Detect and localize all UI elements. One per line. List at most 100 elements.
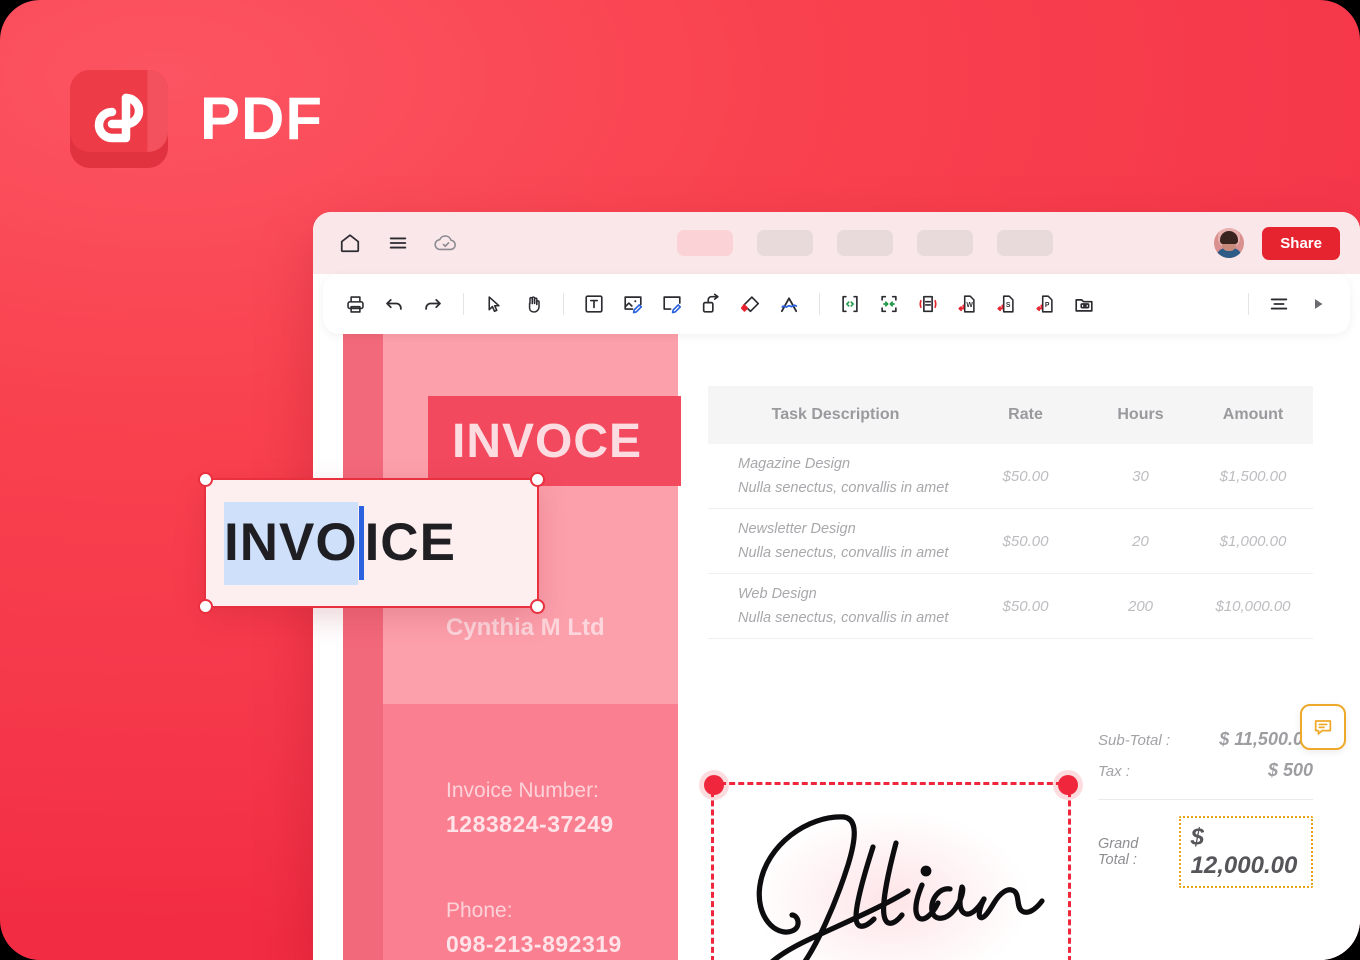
- header-tab-2[interactable]: [757, 230, 813, 256]
- header-tab-1[interactable]: [677, 230, 733, 256]
- remaining-text: ICE: [364, 512, 456, 572]
- invoice-table: Task Description Rate Hours Amount Magaz…: [708, 386, 1313, 639]
- column-header-hours: Hours: [1117, 406, 1164, 423]
- signature-glyph: [756, 814, 1045, 960]
- share-button[interactable]: Share: [1262, 226, 1340, 260]
- brand: PDF: [70, 70, 323, 168]
- header-tab-5[interactable]: [997, 230, 1053, 256]
- more-tools-icon[interactable]: [1300, 286, 1336, 322]
- edit-handle-top-right[interactable]: [530, 472, 545, 487]
- invoice-title-text: INVOCE: [452, 414, 643, 468]
- svg-text:S: S: [1006, 302, 1011, 309]
- eraser-icon[interactable]: [732, 286, 768, 322]
- toolbar-divider: [819, 293, 820, 315]
- align-text-icon[interactable]: [1261, 286, 1297, 322]
- edit-handle-bottom-right[interactable]: [530, 599, 545, 614]
- text-edit-content: INVO ICE: [224, 501, 456, 585]
- background-canvas: PDF Share W S P INVOCE Cynthia M Ltd Inv…: [0, 0, 1360, 960]
- toolbar-divider: [563, 293, 564, 315]
- convert-to-excel-icon[interactable]: S: [988, 286, 1024, 322]
- invoice-phone-label: Phone:: [446, 899, 513, 922]
- header-right: Share: [1214, 226, 1340, 260]
- split-pdf-icon[interactable]: [832, 286, 868, 322]
- convert-to-word-icon[interactable]: W: [949, 286, 985, 322]
- task-rate: $50.00: [1002, 467, 1049, 485]
- selected-text: INVO: [224, 501, 358, 585]
- hamburger-menu-icon[interactable]: [385, 230, 411, 256]
- task-title: Newsletter Design: [738, 521, 856, 537]
- invoice-totals: Sub-Total : $ 11,500.00 Tax : $ 500 Gran…: [1098, 704, 1346, 888]
- app-header: Share: [313, 212, 1360, 274]
- column-header-task-description: Task Description: [771, 406, 900, 423]
- svg-text:W: W: [966, 302, 973, 309]
- text-edit-overlay[interactable]: INVO ICE: [198, 472, 545, 614]
- header-tab-3[interactable]: [837, 230, 893, 256]
- text-caret: [358, 506, 364, 580]
- edit-image-icon[interactable]: [615, 286, 651, 322]
- select-cursor-icon[interactable]: [476, 286, 512, 322]
- task-title: Web Design: [738, 586, 817, 602]
- tax-row: Tax : $ 500: [1098, 760, 1313, 781]
- subtotal-row: Sub-Total : $ 11,500.00: [1098, 729, 1313, 750]
- home-icon[interactable]: [337, 230, 363, 256]
- hand-pan-icon[interactable]: [515, 286, 551, 322]
- svg-text:P: P: [1045, 302, 1050, 309]
- grand-total-label: Grand Total :: [1098, 836, 1139, 868]
- resize-handle-top-left[interactable]: [704, 775, 724, 795]
- invoice-phone-value: 098-213-892319: [446, 931, 622, 957]
- edit-handle-top-left[interactable]: [198, 472, 213, 487]
- undo-icon[interactable]: [376, 286, 412, 322]
- invoice-number-field: Invoice Number: 1283824-37249: [446, 779, 614, 838]
- task-amount: $1,000.00: [1219, 532, 1287, 550]
- redo-icon[interactable]: [415, 286, 451, 322]
- pdf-logo-icon: [70, 70, 168, 168]
- resize-handle-top-right[interactable]: [1058, 775, 1078, 795]
- tax-value: $ 500: [1267, 760, 1313, 780]
- invoice-phone-field: Phone: 098-213-892319: [446, 899, 622, 958]
- table-row[interactable]: Magazine Design Nulla senectus, convalli…: [708, 444, 1313, 509]
- comment-annotation-icon[interactable]: [1300, 704, 1346, 750]
- table-row[interactable]: Newsletter Design Nulla senectus, conval…: [708, 509, 1313, 574]
- subtotal-label: Sub-Total :: [1098, 732, 1170, 749]
- document-viewport[interactable]: INVOCE Cynthia M Ltd Invoice Number: 128…: [313, 334, 1360, 960]
- invoice-number-value: 1283824-37249: [446, 811, 614, 837]
- print-icon[interactable]: [337, 286, 373, 322]
- task-hours: 200: [1127, 597, 1154, 615]
- totals-divider: [1098, 799, 1313, 800]
- task-subtitle: Nulla senectus, convallis in amet: [738, 545, 949, 561]
- edit-handle-bottom-left[interactable]: [198, 599, 213, 614]
- task-title: Magazine Design: [738, 456, 851, 472]
- compress-pdf-icon[interactable]: [910, 286, 946, 322]
- add-text-box-icon[interactable]: [576, 286, 612, 322]
- task-rate: $50.00: [1002, 597, 1049, 615]
- column-header-rate: Rate: [1008, 406, 1043, 423]
- text-edit-box[interactable]: INVO ICE: [198, 472, 545, 614]
- column-header-amount: Amount: [1222, 406, 1284, 423]
- editor-toolbar: W S P: [323, 274, 1350, 334]
- signature-annotation[interactable]: SIGNATURE: [704, 775, 1078, 960]
- convert-to-powerpoint-icon[interactable]: P: [1027, 286, 1063, 322]
- task-subtitle: Nulla senectus, convallis in amet: [738, 480, 949, 496]
- signature-icon[interactable]: [771, 286, 807, 322]
- header-tabs: [677, 230, 1053, 256]
- signature-selection-box[interactable]: [704, 775, 1078, 960]
- task-subtitle: Nulla senectus, convallis in amet: [738, 610, 949, 626]
- cloud-check-icon[interactable]: [433, 230, 459, 256]
- invoice-page: INVOCE Cynthia M Ltd Invoice Number: 128…: [343, 334, 1346, 960]
- invoice-title-banner[interactable]: INVOCE: [428, 396, 681, 486]
- user-avatar[interactable]: [1214, 228, 1245, 258]
- invoice-number-label: Invoice Number:: [446, 779, 599, 802]
- toolbar-divider: [463, 293, 464, 315]
- organize-pages-icon[interactable]: [1066, 286, 1102, 322]
- subtotal-value: $ 11,500.00: [1219, 729, 1313, 749]
- tax-label: Tax :: [1098, 763, 1130, 780]
- toolbar-divider: [1248, 293, 1249, 315]
- merge-pdf-icon[interactable]: [871, 286, 907, 322]
- header-tab-4[interactable]: [917, 230, 973, 256]
- edit-page-icon[interactable]: [654, 286, 690, 322]
- table-row[interactable]: Web Design Nulla senectus, convallis in …: [708, 574, 1313, 639]
- task-amount: $10,000.00: [1215, 597, 1291, 615]
- task-amount: $1,500.00: [1219, 467, 1287, 485]
- grand-total-highlight[interactable]: $ 12,000.00: [1178, 816, 1313, 888]
- add-link-icon[interactable]: [693, 286, 729, 322]
